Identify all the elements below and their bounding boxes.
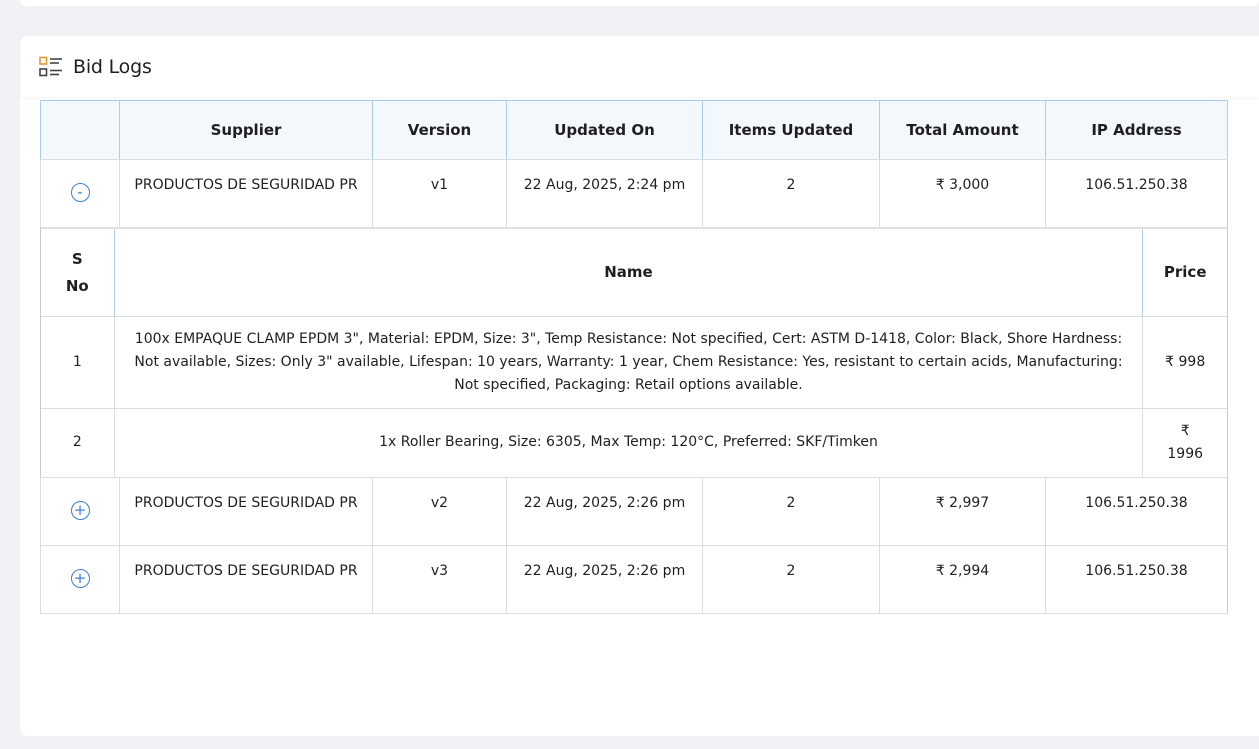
bid-logs-card: Bid Logs Supplier Version Updated On Ite… [20, 36, 1259, 736]
card-title: Bid Logs [73, 55, 152, 78]
cell-supplier: PRODUCTOS DE SEGURIDAD PR [119, 477, 373, 546]
cell-sno: 1 [41, 316, 115, 409]
col-header-items-updated: Items Updated [702, 100, 880, 160]
col-header-updated-on: Updated On [506, 100, 703, 160]
cell-version: v3 [372, 545, 507, 614]
table-row[interactable]: + PRODUCTOS DE SEGURIDAD PR v3 22 Aug, 2… [40, 545, 1228, 614]
cell-total-amount: ₹ 2,994 [879, 545, 1046, 614]
col-header-name: Name [113, 228, 1143, 317]
cell-ip-address: 106.51.250.38 [1045, 159, 1228, 228]
cell-updated-on: 22 Aug, 2025, 2:26 pm [506, 477, 703, 546]
cell-version: v2 [372, 477, 507, 546]
cell-supplier: PRODUCTOS DE SEGURIDAD PR [119, 545, 373, 614]
items-header-row: S No Name Price [41, 228, 1227, 317]
cell-ip-address: 106.51.250.38 [1045, 545, 1228, 614]
table-row[interactable]: - PRODUCTOS DE SEGURIDAD PR v1 22 Aug, 2… [40, 159, 1228, 228]
card-header: Bid Logs [20, 36, 1259, 97]
cell-total-amount: ₹ 3,000 [879, 159, 1046, 228]
table-row[interactable]: + PRODUCTOS DE SEGURIDAD PR v2 22 Aug, 2… [40, 477, 1228, 546]
cell-item-name: 100x EMPAQUE CLAMP EPDM 3", Material: EP… [113, 316, 1143, 409]
item-row: 2 1x Roller Bearing, Size: 6305, Max Tem… [41, 408, 1227, 477]
cell-total-amount: ₹ 2,997 [879, 477, 1046, 546]
top-card [20, 0, 1259, 6]
cell-price: ₹ 998 [1142, 316, 1227, 409]
bid-logs-table: Supplier Version Updated On Items Update… [40, 100, 1228, 614]
col-header-ip-address: IP Address [1045, 100, 1228, 160]
cell-items-updated: 2 [702, 477, 880, 546]
expand-toggle-icon[interactable]: + [70, 568, 90, 588]
cell-ip-address: 106.51.250.38 [1045, 477, 1228, 546]
cell-price: ₹ 1996 [1142, 408, 1227, 477]
expanded-items-row: S No Name Price 1 100x EMPAQUE CLAMP EPD… [40, 227, 1228, 478]
col-header-price: Price [1142, 228, 1227, 317]
cell-items-updated: 2 [702, 545, 880, 614]
cell-supplier: PRODUCTOS DE SEGURIDAD PR [119, 159, 373, 228]
cell-item-name: 1x Roller Bearing, Size: 6305, Max Temp:… [113, 408, 1143, 477]
cell-sno: 2 [72, 434, 82, 451]
table-header-row: Supplier Version Updated On Items Update… [40, 100, 1228, 160]
collapse-toggle-icon[interactable]: - [70, 183, 90, 202]
expand-toggle-icon[interactable]: + [70, 500, 90, 520]
col-header-version: Version [372, 100, 507, 160]
cell-updated-on: 22 Aug, 2025, 2:26 pm [506, 545, 703, 614]
cell-updated-on: 22 Aug, 2025, 2:24 pm [506, 159, 703, 228]
col-header-total-amount: Total Amount [879, 100, 1046, 160]
list-icon [39, 56, 62, 76]
cell-items-updated: 2 [702, 159, 880, 228]
col-header-sno: S No [41, 228, 115, 317]
col-header-supplier: Supplier [119, 100, 373, 160]
col-header-toggle [40, 100, 120, 160]
cell-version: v1 [372, 159, 507, 228]
item-row: 1 100x EMPAQUE CLAMP EPDM 3", Material: … [41, 316, 1227, 409]
bid-items-table: S No Name Price 1 100x EMPAQUE CLAMP EPD… [41, 228, 1227, 477]
